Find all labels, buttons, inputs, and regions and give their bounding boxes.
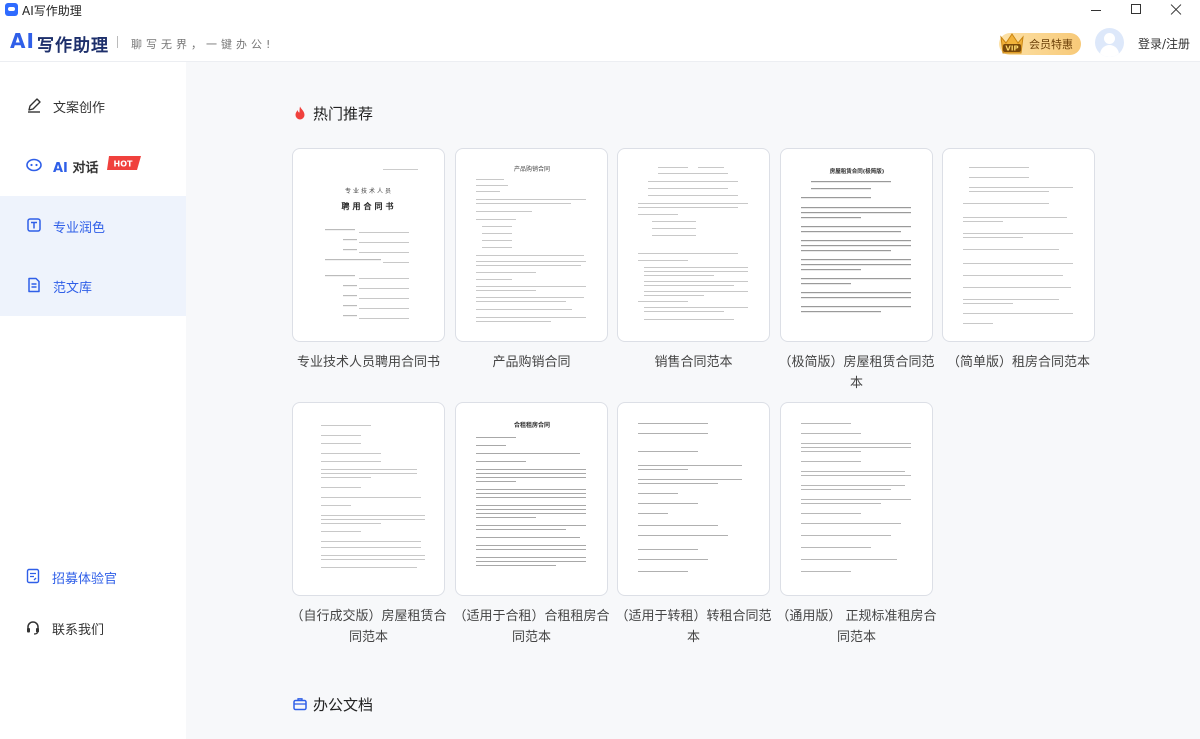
minimize-icon	[1091, 10, 1101, 11]
doc-heading: 合租租房合同	[514, 421, 550, 429]
text-box-icon	[27, 218, 41, 232]
window-title: AI写作助理	[22, 4, 82, 18]
recruit-form-icon	[26, 568, 40, 584]
template-caption: （简单版）租房合同范本	[946, 355, 1090, 370]
template-thumbnail	[780, 402, 933, 596]
briefcase-icon	[293, 698, 307, 711]
template-thumbnail: 产品购销合同	[455, 148, 608, 342]
template-thumbnail: 房屋租赁合同(极简版)	[780, 148, 933, 342]
sidebar-item-ai-chat[interactable]: AI 对话 HOT	[0, 136, 186, 196]
document-preview: 合租租房合同	[476, 421, 586, 566]
headset-icon	[27, 621, 39, 635]
document-preview	[638, 423, 742, 572]
avatar[interactable]	[1095, 28, 1124, 57]
template-caption: 专业技术人员聘用合同书	[296, 355, 440, 370]
section-title: 办公文档	[313, 696, 374, 714]
document-icon	[28, 277, 40, 293]
fire-icon	[295, 106, 305, 120]
sidebar-item-label: 文案创作	[53, 101, 106, 116]
template-caption: （极简版）房屋租赁合同范本	[778, 355, 935, 391]
sidebar-item-label: 联系我们	[52, 623, 105, 638]
chat-bubble-icon	[26, 158, 42, 172]
sidebar-item-templates[interactable]: 范文库	[0, 256, 186, 316]
header-divider	[117, 36, 118, 48]
sidebar-item-recruit[interactable]: 招募体验官	[0, 562, 186, 592]
slogan: 聊写无界，一键办公!	[131, 38, 275, 51]
sidebar: 文案创作 AI 对话 HOT 专业润色 范文库 招募体验官 联系我们	[0, 62, 186, 739]
vip-crown-icon: VIP	[1000, 33, 1024, 54]
window-titlebar: AI写作助理	[0, 0, 1200, 20]
document-preview	[963, 167, 1073, 324]
document-preview	[638, 167, 748, 320]
template-caption: （通用版） 正规标准租房合同范本	[776, 609, 937, 645]
document-preview: 专业技术人员 聘用合同书	[325, 169, 418, 319]
doc-heading: 聘用合同书	[342, 201, 397, 211]
template-thumbnail	[617, 148, 770, 342]
close-button[interactable]	[1158, 0, 1194, 20]
sidebar-item-label: 范文库	[53, 281, 93, 296]
document-preview	[321, 425, 425, 568]
template-thumbnail	[617, 402, 770, 596]
template-thumbnail	[942, 148, 1095, 342]
doc-heading: 房屋租赁合同(极简版)	[830, 167, 885, 175]
pen-icon	[28, 98, 41, 113]
app-logo-icon	[5, 3, 18, 16]
logo-ai: AI	[10, 29, 35, 53]
sidebar-item-contact[interactable]: 联系我们	[0, 613, 186, 643]
doc-heading: 产品购销合同	[514, 165, 550, 173]
login-link[interactable]: 登录/注册	[1138, 35, 1190, 52]
template-caption: （自行成交版）房屋租赁合同范本	[290, 609, 447, 645]
document-preview: 房屋租赁合同(极简版)	[801, 167, 911, 313]
sidebar-item-label: 专业润色	[53, 221, 106, 236]
logo-text: 写作助理	[37, 36, 109, 56]
template-thumbnail: 合租租房合同	[455, 402, 608, 596]
vip-badge-text: VIP	[1005, 45, 1018, 53]
sidebar-item-label: AI 对话	[53, 161, 99, 176]
user-icon	[1104, 33, 1115, 44]
vip-offer-label: 会员特惠	[1029, 38, 1073, 51]
maximize-icon	[1131, 4, 1141, 14]
hot-badge: HOT	[107, 156, 141, 170]
minimize-button[interactable]	[1078, 0, 1114, 20]
document-preview: 产品购销合同	[476, 165, 586, 322]
sidebar-item-label: 招募体验官	[52, 572, 118, 587]
section-title: 热门推荐	[313, 105, 374, 123]
vip-offer-button[interactable]: VIP 会员特惠	[999, 33, 1081, 55]
template-thumbnail	[292, 402, 445, 596]
svg-text:HOT: HOT	[114, 160, 133, 169]
template-caption: （适用于合租）合租租房合同范本	[453, 609, 610, 645]
sidebar-item-copywriting[interactable]: 文案创作	[0, 76, 186, 136]
document-preview	[801, 423, 911, 572]
template-caption: 产品购销合同	[492, 355, 571, 370]
template-thumbnail: 专业技术人员 聘用合同书	[292, 148, 445, 342]
doc-heading: 专业技术人员	[345, 187, 393, 195]
app-header: AI 写作助理 聊写无界，一键办公! VIP 会员特惠 登录/注册	[0, 20, 1200, 62]
template-caption: 销售合同范本	[654, 355, 733, 370]
maximize-button[interactable]	[1118, 0, 1154, 20]
sidebar-item-polish[interactable]: 专业润色	[0, 196, 186, 256]
template-caption: （适用于转租）转租合同范本	[615, 609, 772, 645]
